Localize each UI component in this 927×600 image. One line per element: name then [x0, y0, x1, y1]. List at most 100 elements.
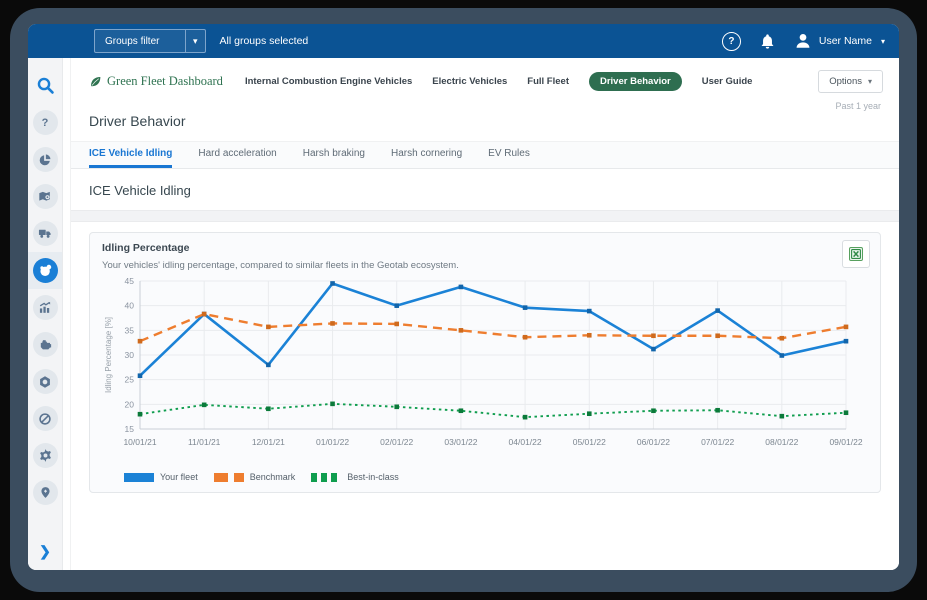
sidebar-item-hardware[interactable] [28, 363, 62, 400]
expand-sidebar-chevron[interactable]: ❯ [28, 543, 62, 560]
app-logo: Green Fleet Dashboard [89, 74, 223, 89]
chart-area: 10/01/21 11/01/21 12/01/21 01/01/22 02/01/22… [102, 273, 868, 470]
chart-subtitle: Your vehicles' idling percentage, compar… [102, 260, 868, 271]
svg-text:08/01/22: 08/01/22 [765, 437, 798, 447]
svg-text:10/01/21: 10/01/21 [123, 437, 156, 447]
svg-text:01/01/22: 01/01/22 [316, 437, 349, 447]
activity-pie-icon [38, 153, 52, 167]
sidebar-item-engine[interactable] [28, 326, 62, 363]
idling-percentage-card: Idling Percentage Your vehicles' idling … [89, 232, 881, 493]
sidebar-item-speed[interactable] [28, 400, 62, 437]
svg-text:Idling Percentage [%]: Idling Percentage [%] [104, 317, 113, 393]
options-label: Options [829, 76, 862, 87]
screen: Groups filter ▾ All groups selected ? Us… [0, 0, 927, 600]
leaf-icon [89, 75, 102, 88]
tab-ice-vehicle-idling[interactable]: ICE Vehicle Idling [89, 142, 172, 168]
sidebar-item-vehicles[interactable] [28, 215, 62, 252]
legend-label: Your fleet [160, 472, 198, 482]
legend-label: Benchmark [250, 472, 296, 482]
svg-text:09/01/22: 09/01/22 [829, 437, 862, 447]
user-menu[interactable]: User Name ▾ [794, 32, 885, 50]
tab-harsh-braking[interactable]: Harsh braking [303, 142, 365, 168]
speed-compass-icon [38, 412, 52, 426]
sidebar-item-settings[interactable] [28, 437, 62, 474]
excel-export-icon [848, 246, 864, 262]
svg-text:11/01/21: 11/01/21 [188, 437, 221, 447]
svg-text:30: 30 [125, 350, 135, 360]
search-icon [36, 76, 55, 95]
nav-electric-vehicles[interactable]: Electric Vehicles [432, 76, 507, 87]
notifications-bell-icon[interactable] [759, 33, 776, 50]
legend-item[interactable]: Best-in-class [311, 472, 399, 482]
tab-harsh-cornering[interactable]: Harsh cornering [391, 142, 462, 168]
dashboard-header: Green Fleet Dashboard Internal Combustio… [71, 58, 899, 97]
chart-title: Idling Percentage [102, 242, 868, 254]
help-circle-icon[interactable]: ? [722, 32, 741, 51]
svg-text:05/01/22: 05/01/22 [573, 437, 606, 447]
svg-text:35: 35 [125, 325, 135, 335]
window-frame: Groups filter ▾ All groups selected ? Us… [10, 8, 917, 592]
svg-text:15: 15 [125, 424, 135, 434]
sidebar-item-activity[interactable] [28, 141, 62, 178]
chevron-down-icon: ▾ [868, 77, 872, 86]
tab-ev-rules[interactable]: EV Rules [488, 142, 530, 168]
zones-pin-icon [39, 486, 52, 499]
green-fleet-icon [38, 263, 53, 278]
hardware-nut-icon [38, 375, 52, 389]
chevron-down-icon: ▾ [881, 37, 885, 46]
sidebar-item-search[interactable] [28, 67, 62, 104]
svg-text:04/01/22: 04/01/22 [509, 437, 542, 447]
groups-filter-label: Groups filter [95, 30, 185, 52]
svg-text:12/01/21: 12/01/21 [252, 437, 285, 447]
nav-user-guide[interactable]: User Guide [702, 76, 753, 87]
legend-item[interactable]: Your fleet [124, 472, 198, 482]
tab-hard-acceleration[interactable]: Hard acceleration [198, 142, 276, 168]
help-icon: ? [33, 110, 58, 135]
svg-text:07/01/22: 07/01/22 [701, 437, 734, 447]
options-button[interactable]: Options ▾ [818, 70, 883, 93]
nav-driver-behavior[interactable]: Driver Behavior [589, 72, 682, 91]
app-logo-text: Green Fleet Dashboard [107, 74, 223, 89]
user-avatar-icon [794, 32, 812, 50]
sidebar-item-productivity[interactable] [28, 289, 62, 326]
vehicles-truck-icon [38, 226, 53, 241]
svg-text:25: 25 [125, 375, 135, 385]
app-window: Groups filter ▾ All groups selected ? Us… [28, 24, 899, 570]
svg-text:02/01/22: 02/01/22 [380, 437, 413, 447]
groups-status-text: All groups selected [220, 35, 309, 47]
behavior-tabs: ICE Vehicle Idling Hard acceleration Har… [71, 141, 899, 169]
legend-item[interactable]: Benchmark [214, 472, 296, 482]
sidebar: ? ❯ [28, 58, 63, 570]
sidebar-gap [63, 58, 71, 570]
groups-filter-dropdown[interactable]: Groups filter ▾ [94, 29, 206, 53]
map-icon [38, 190, 52, 204]
sidebar-item-green-fleet[interactable] [28, 252, 62, 289]
legend-swatch [124, 473, 154, 482]
svg-text:45: 45 [125, 276, 135, 286]
section-title: ICE Vehicle Idling [71, 169, 899, 210]
nav-ice-vehicles[interactable]: Internal Combustion Engine Vehicles [245, 76, 412, 87]
dashboard-nav: Internal Combustion Engine Vehicles Elec… [245, 72, 753, 91]
engine-maintenance-icon [38, 337, 53, 352]
legend-swatch [214, 473, 244, 482]
chevron-down-icon[interactable]: ▾ [185, 30, 205, 52]
legend-swatch [311, 473, 341, 482]
svg-text:20: 20 [125, 399, 135, 409]
sidebar-item-map[interactable] [28, 178, 62, 215]
main-content: Green Fleet Dashboard Internal Combustio… [71, 58, 899, 570]
divider [71, 210, 899, 222]
page-title: Driver Behavior [71, 111, 899, 129]
chart-legend: Your fleet Benchmark Best-in-class [102, 470, 868, 486]
legend-label: Best-in-class [347, 472, 399, 482]
svg-text:40: 40 [125, 301, 135, 311]
settings-gear-icon [38, 448, 53, 463]
period-label: Past 1 year [835, 101, 881, 111]
sidebar-item-help[interactable]: ? [28, 104, 62, 141]
topbar: Groups filter ▾ All groups selected ? Us… [28, 24, 899, 58]
sidebar-item-zones[interactable] [28, 474, 62, 511]
idling-chart: 10/01/21 11/01/21 12/01/21 01/01/22 02/01/22… [102, 273, 872, 465]
excel-export-button[interactable] [842, 240, 870, 268]
nav-full-fleet[interactable]: Full Fleet [527, 76, 569, 87]
user-name-label: User Name [819, 35, 872, 47]
productivity-chart-icon [38, 301, 52, 315]
